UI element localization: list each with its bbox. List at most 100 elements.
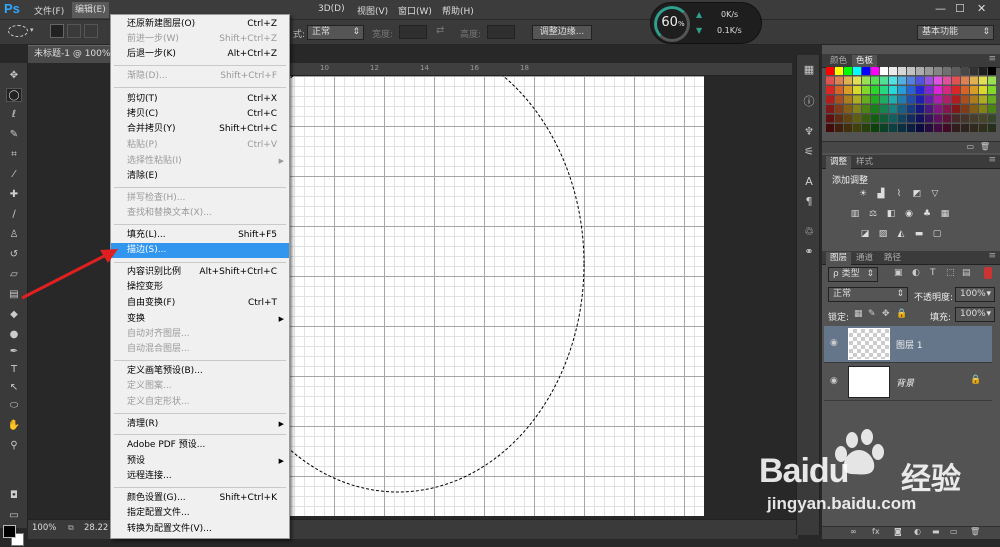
- menu-item-copy-merged[interactable]: 合并拷贝(Y) Shift+Ctrl+C: [111, 122, 289, 137]
- workspace-dropdown[interactable]: 基本功能 ⇕: [917, 25, 994, 40]
- menu-item-content-aware-scale[interactable]: 内容识别比例 Alt+Shift+Ctrl+C: [111, 265, 289, 280]
- tab-styles[interactable]: 样式: [852, 156, 877, 169]
- close-button[interactable]: ✕: [977, 2, 986, 15]
- color-balance-icon[interactable]: ⚖: [868, 209, 878, 219]
- menu-item-cut[interactable]: 剪切(T) Ctrl+X: [111, 92, 289, 107]
- hand-tool-icon[interactable]: ✋: [6, 419, 22, 433]
- menu-file[interactable]: 文件(F): [34, 4, 64, 17]
- layer-filter-dropdown[interactable]: ρ 类型 ⇕: [828, 267, 878, 282]
- clone-source-icon[interactable]: ♲: [802, 225, 816, 239]
- path-select-tool-icon[interactable]: ↖: [6, 381, 22, 395]
- canvas-with-grid[interactable]: [288, 76, 704, 516]
- filter-adjustment-icon[interactable]: ◐: [912, 268, 920, 278]
- new-selection-icon[interactable]: [50, 24, 64, 38]
- menu-item-paste-special[interactable]: 选择性粘贴(I) ▶: [111, 154, 289, 169]
- menu-3d[interactable]: 3D(D): [318, 4, 345, 14]
- gradient-map-icon[interactable]: ▬: [914, 229, 924, 239]
- swatches-grid[interactable]: [826, 67, 996, 135]
- foreground-background-colors[interactable]: [3, 525, 25, 547]
- fx-icon[interactable]: fx: [872, 527, 880, 536]
- lock-all-icon[interactable]: 🔒: [896, 309, 907, 319]
- blur-tool-icon[interactable]: ◆: [6, 308, 22, 322]
- width-input[interactable]: [399, 25, 427, 39]
- panel-menu-icon[interactable]: ≡: [988, 155, 996, 165]
- ellipse-marquee-preset-icon[interactable]: [8, 25, 28, 37]
- brightness-icon[interactable]: ☀: [858, 189, 868, 199]
- photo-filter-icon[interactable]: ◉: [904, 209, 914, 219]
- foreground-color-swatch[interactable]: [3, 525, 16, 538]
- screen-mode-icon[interactable]: ▭: [6, 509, 22, 523]
- history-icon[interactable]: ▦: [802, 63, 816, 77]
- dodge-tool-icon[interactable]: ●: [6, 328, 22, 342]
- brush-presets-icon[interactable]: ♆: [802, 125, 816, 139]
- menu-item-copy[interactable]: 拷贝(C) Ctrl+C: [111, 107, 289, 122]
- lock-position-icon[interactable]: ✥: [882, 309, 890, 319]
- share-icon[interactable]: ⧉: [68, 523, 74, 533]
- info-icon[interactable]: ⓘ: [802, 95, 816, 109]
- trash-icon[interactable]: 🗑: [980, 142, 990, 151]
- layer-name[interactable]: 背景: [896, 376, 914, 389]
- menu-item-puppet-warp[interactable]: 操控变形: [111, 280, 289, 295]
- menu-item-clear[interactable]: 清除(E): [111, 169, 289, 184]
- menu-view[interactable]: 视图(V): [357, 4, 388, 17]
- menu-edit[interactable]: 编辑(E): [72, 2, 109, 18]
- menu-item-spell-check[interactable]: 拼写检查(H)...: [111, 191, 289, 206]
- layer-name[interactable]: 图层 1: [896, 338, 923, 351]
- menu-item-assign-profile[interactable]: 指定配置文件...: [111, 506, 289, 521]
- type-tool-icon[interactable]: T: [6, 363, 22, 377]
- color-lookup-icon[interactable]: ▦: [940, 209, 950, 219]
- swap-arrows-icon[interactable]: ⇄: [436, 25, 444, 36]
- maximize-button[interactable]: ☐: [955, 2, 965, 15]
- trash-icon[interactable]: 🗑: [970, 527, 980, 536]
- panel-menu-icon[interactable]: ≡: [988, 54, 996, 64]
- height-input[interactable]: [487, 25, 515, 39]
- black-white-icon[interactable]: ◧: [886, 209, 896, 219]
- paths-icon[interactable]: ⚭: [802, 245, 816, 259]
- mask-icon[interactable]: ◙: [894, 527, 902, 536]
- menu-item-pdf-presets[interactable]: Adobe PDF 预设...: [111, 438, 289, 453]
- character-icon[interactable]: A: [802, 175, 816, 189]
- selective-color-icon[interactable]: ▢: [932, 229, 942, 239]
- ellipse-shape-tool-icon[interactable]: ⬭: [6, 399, 22, 413]
- fill-input[interactable]: 100% ▾: [955, 307, 995, 322]
- document-tab[interactable]: 未标题-1 @ 100%: [28, 45, 110, 63]
- opacity-input[interactable]: 100% ▾: [955, 287, 995, 302]
- link-icon[interactable]: ∞: [850, 527, 857, 536]
- filter-toggle-icon[interactable]: [984, 267, 992, 279]
- new-swatch-icon[interactable]: ▭: [966, 142, 974, 151]
- move-tool-icon[interactable]: ✥: [6, 69, 22, 83]
- menu-item-remote-connections[interactable]: 远程连接...: [111, 469, 289, 484]
- tool-presets-icon[interactable]: ⚟: [802, 145, 816, 159]
- new-layer-icon[interactable]: ▭: [950, 527, 958, 536]
- menu-item-fade[interactable]: 渐隐(D)... Shift+Ctrl+F: [111, 69, 289, 84]
- layer-row-layer1[interactable]: ◉ 图层 1: [824, 326, 992, 363]
- menu-help[interactable]: 帮助(H): [442, 4, 474, 17]
- zoom-level[interactable]: 100%: [32, 523, 56, 533]
- quick-mask-icon[interactable]: ◘: [6, 489, 22, 503]
- style-dropdown[interactable]: 正常 ⇕: [307, 25, 364, 40]
- exposure-icon[interactable]: ◩: [912, 189, 922, 199]
- menu-item-step-backward[interactable]: 后退一步(K) Alt+Ctrl+Z: [111, 47, 289, 62]
- blend-mode-dropdown[interactable]: 正常 ⇕: [828, 287, 908, 302]
- invert-icon[interactable]: ◪: [860, 229, 870, 239]
- menu-item-fill[interactable]: 填充(L)... Shift+F5: [111, 228, 289, 243]
- menu-item-color-settings[interactable]: 颜色设置(G)... Shift+Ctrl+K: [111, 491, 289, 506]
- channel-mixer-icon[interactable]: ♣: [922, 209, 932, 219]
- menu-item-find-replace[interactable]: 查找和替换文本(X)...: [111, 206, 289, 221]
- layer-row-background[interactable]: ◉ 背景 🔒: [824, 364, 992, 401]
- preset-chevron-down-icon[interactable]: ▾: [30, 26, 34, 34]
- ellipse-marquee-tool-icon[interactable]: ◯: [6, 88, 22, 102]
- levels-icon[interactable]: ▟: [876, 189, 886, 199]
- vibrance-icon[interactable]: ▽: [930, 189, 940, 199]
- visibility-eye-icon[interactable]: ◉: [830, 338, 838, 348]
- hue-saturation-icon[interactable]: ▥: [850, 209, 860, 219]
- subtract-selection-icon[interactable]: [84, 24, 98, 38]
- menu-item-presets[interactable]: 预设 ▶: [111, 454, 289, 469]
- crop-tool-icon[interactable]: ⌗: [6, 148, 22, 162]
- quick-select-tool-icon[interactable]: ✎: [6, 128, 22, 142]
- menu-item-paste[interactable]: 粘贴(P) Ctrl+V: [111, 138, 289, 153]
- menu-item-purge[interactable]: 清理(R) ▶: [111, 417, 289, 432]
- brush-tool-icon[interactable]: ∕: [6, 208, 22, 222]
- group-icon[interactable]: ▬: [932, 527, 940, 536]
- filter-smart-icon[interactable]: ▤: [962, 268, 971, 278]
